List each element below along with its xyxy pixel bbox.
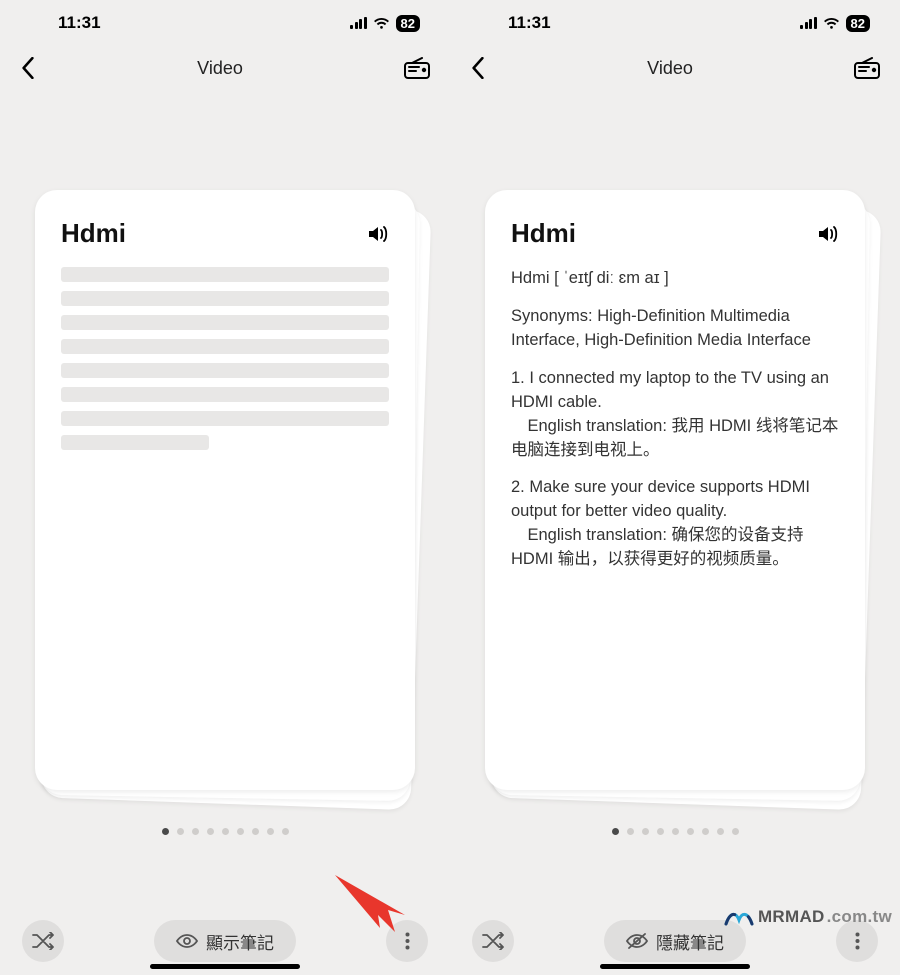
flashcard[interactable]: Hdmi Hdmi [ ˈeɪtʃ diː ɛm aɪ ] Synonyms: … <box>485 190 865 790</box>
shuffle-icon <box>482 932 504 950</box>
card-title: Hdmi <box>61 218 126 249</box>
screen-right: 11:31 82 Video Hdmi Hdmi [ ˈeɪtʃ diː ɛm … <box>450 0 900 975</box>
dot <box>282 828 289 835</box>
status-right: 82 <box>350 15 420 32</box>
card-body: Hdmi [ ˈeɪtʃ diː ɛm aɪ ] Synonyms: High-… <box>511 267 839 572</box>
status-time: 11:31 <box>508 13 551 33</box>
toggle-notes-button[interactable]: 顯示筆記 <box>154 920 296 962</box>
home-indicator[interactable] <box>150 964 300 969</box>
dot <box>267 828 274 835</box>
eye-off-icon <box>626 933 648 949</box>
dot <box>222 828 229 835</box>
status-right: 82 <box>800 15 870 32</box>
dot <box>207 828 214 835</box>
shuffle-icon <box>32 932 54 950</box>
screen-left: 11:31 82 Video Hdmi <box>0 0 450 975</box>
eye-icon <box>176 933 198 949</box>
dot <box>642 828 649 835</box>
page-dots <box>0 828 450 835</box>
radio-icon[interactable] <box>854 57 880 79</box>
pronunciation: Hdmi [ ˈeɪtʃ diː ɛm aɪ ] <box>511 267 839 291</box>
card-stack[interactable]: Hdmi <box>35 190 415 790</box>
example-2: 2. Make sure your device supports HDMI o… <box>511 476 839 572</box>
dot <box>177 828 184 835</box>
cellular-signal-icon <box>350 17 367 29</box>
radio-icon[interactable] <box>404 57 430 79</box>
dot <box>192 828 199 835</box>
wifi-icon <box>373 17 390 30</box>
dot <box>627 828 634 835</box>
back-button[interactable] <box>470 57 486 79</box>
placeholder-content <box>61 267 389 450</box>
battery-badge: 82 <box>846 15 870 32</box>
nav-header: Video <box>0 46 450 90</box>
annotation-arrow-icon <box>330 870 420 940</box>
dot <box>672 828 679 835</box>
watermark-logo-icon <box>724 908 754 926</box>
card-stack[interactable]: Hdmi Hdmi [ ˈeɪtʃ diː ɛm aɪ ] Synonyms: … <box>485 190 865 790</box>
card-title: Hdmi <box>511 218 576 249</box>
dot <box>612 828 619 835</box>
dot <box>717 828 724 835</box>
cellular-signal-icon <box>800 17 817 29</box>
home-indicator[interactable] <box>600 964 750 969</box>
watermark-domain: .com.tw <box>827 907 892 927</box>
back-button[interactable] <box>20 57 36 79</box>
synonyms: Synonyms: High-Definition Multimedia Int… <box>511 305 839 353</box>
shuffle-button[interactable] <box>22 920 64 962</box>
page-title: Video <box>197 58 243 79</box>
card-area: Hdmi Hdmi [ ˈeɪtʃ diː ɛm aɪ ] Synonyms: … <box>450 90 900 907</box>
wifi-icon <box>823 17 840 30</box>
page-dots <box>450 828 900 835</box>
dot <box>687 828 694 835</box>
speaker-icon[interactable] <box>817 224 839 244</box>
dot <box>237 828 244 835</box>
shuffle-button[interactable] <box>472 920 514 962</box>
more-vertical-icon <box>855 932 860 950</box>
dot <box>162 828 169 835</box>
watermark-brand: MRMAD <box>758 907 825 927</box>
status-bar: 11:31 82 <box>450 0 900 46</box>
status-time: 11:31 <box>58 13 101 33</box>
example-1: 1. I connected my laptop to the TV using… <box>511 367 839 463</box>
battery-badge: 82 <box>396 15 420 32</box>
dot <box>252 828 259 835</box>
nav-header: Video <box>450 46 900 90</box>
toggle-notes-label: 隱藏筆記 <box>656 929 724 954</box>
page-title: Video <box>647 58 693 79</box>
flashcard[interactable]: Hdmi <box>35 190 415 790</box>
dot <box>657 828 664 835</box>
card-area: Hdmi <box>0 90 450 907</box>
speaker-icon[interactable] <box>367 224 389 244</box>
toggle-notes-label: 顯示筆記 <box>206 929 274 954</box>
dot <box>732 828 739 835</box>
watermark: MRMAD.com.tw <box>724 907 892 927</box>
status-bar: 11:31 82 <box>0 0 450 46</box>
dot <box>702 828 709 835</box>
